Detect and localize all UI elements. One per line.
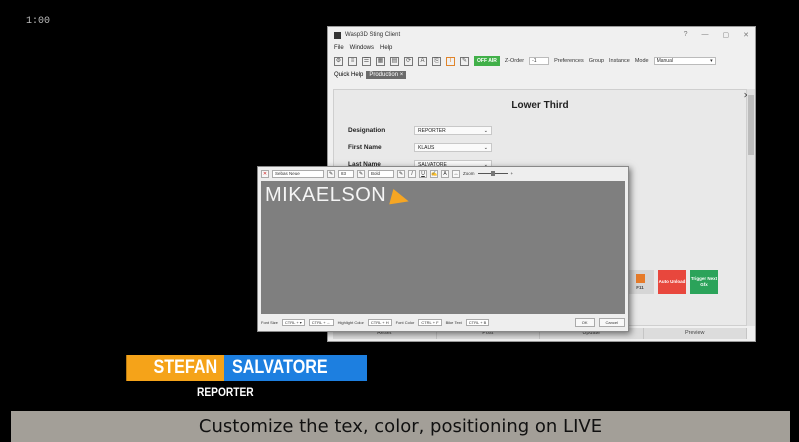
zoom-slider[interactable] bbox=[477, 171, 508, 176]
group-menu[interactable]: Group bbox=[589, 58, 604, 64]
action-buttons: F11 Auto Unload Trigger Next Gfx bbox=[606, 270, 718, 294]
mode-value: Manual bbox=[656, 58, 673, 64]
first-name-label: First Name bbox=[348, 144, 382, 151]
menu-bar: File Windows Help bbox=[328, 43, 755, 53]
highlight-shortcut[interactable]: CTRL + H bbox=[367, 319, 392, 326]
auto-unload-button[interactable]: Auto Unload bbox=[658, 270, 686, 294]
editor-footer: Font Size CTRL + ▾ CTRL + ← Highlight Co… bbox=[261, 317, 625, 328]
mode-select[interactable]: Manual ▾ bbox=[653, 57, 716, 65]
window-controls: ? — ▢ ✕ bbox=[684, 31, 749, 39]
table-icon[interactable]: ▤ bbox=[390, 56, 399, 66]
font-size-shortcut[interactable]: CTRL + ▾ bbox=[281, 319, 305, 326]
font-color-icon[interactable]: ✎ bbox=[327, 169, 335, 178]
orange-square-icon bbox=[635, 273, 645, 283]
designation-row: Designation REPORTER ⌄ bbox=[348, 126, 492, 135]
editable-text[interactable]: MIKAELSON bbox=[265, 184, 386, 207]
toolbar: ⚙ ≡ ☰ ▦ ▤ ⟳ A ⎘ T ✎ OFF AIR Z-Order -1 P… bbox=[328, 53, 755, 69]
link-icon[interactable]: ⟳ bbox=[404, 56, 413, 66]
grid-icon[interactable]: ▦ bbox=[376, 56, 385, 66]
bike-text-shortcut[interactable]: CTRL + B bbox=[465, 319, 490, 326]
tab-production-label: Production bbox=[369, 72, 399, 78]
font-value: Sebas Neue bbox=[275, 171, 300, 176]
chevron-down-icon: ▾ bbox=[710, 58, 713, 64]
spacing-icon[interactable]: ↔ bbox=[452, 169, 460, 178]
editor-toolbar: ✕ Sebas Neue ✎ 83 ✎ Bold ✎ I U ✍ A ↔ Zoo… bbox=[258, 167, 628, 180]
scrollbar-thumb[interactable] bbox=[748, 95, 754, 155]
caption-bar: Customize the tex, color, positioning on… bbox=[11, 411, 790, 442]
settings-icon[interactable]: ⚙ bbox=[334, 56, 343, 66]
cancel-button[interactable]: Cancel bbox=[598, 318, 625, 327]
text-color-icon[interactable]: A bbox=[441, 169, 449, 178]
form-title: Lower Third bbox=[511, 100, 569, 111]
font-weight-select[interactable]: Bold bbox=[368, 169, 394, 178]
font-select[interactable]: Sebas Neue bbox=[272, 169, 324, 178]
italic-icon[interactable]: I bbox=[408, 169, 416, 178]
preferences-menu[interactable]: Preferences bbox=[554, 58, 584, 64]
first-name-value: KLAUS bbox=[418, 145, 435, 151]
app-small-icon: ✕ bbox=[261, 169, 269, 178]
vertical-scrollbar[interactable] bbox=[747, 89, 755, 326]
font-size-footer-label: Font Size bbox=[261, 320, 278, 325]
window-title: Wasp3D Sting Client bbox=[345, 32, 401, 38]
font-color-shortcut[interactable]: CTRL + F bbox=[418, 319, 442, 326]
highlight-footer-label: Highlight Color bbox=[337, 320, 364, 325]
close-icon[interactable]: ✕ bbox=[743, 31, 749, 39]
export-icon[interactable]: ⎘ bbox=[432, 56, 441, 66]
font-weight-value: Bold bbox=[371, 171, 381, 176]
bike-text-footer-label: Bike Text bbox=[445, 320, 462, 325]
zoom-label: Zoom bbox=[463, 171, 475, 176]
zorder-input[interactable]: -1 bbox=[529, 57, 550, 65]
mode-label: Mode bbox=[634, 58, 649, 64]
tab-quick-help[interactable]: Quick Help bbox=[334, 72, 363, 78]
first-name-row: First Name KLAUS ⌄ bbox=[348, 143, 492, 152]
minimize-icon[interactable]: — bbox=[702, 31, 709, 39]
trigger-next-button[interactable]: Trigger Next Gfx bbox=[690, 270, 718, 294]
maximize-icon[interactable]: ▢ bbox=[723, 31, 730, 39]
designation-value: REPORTER bbox=[418, 128, 446, 134]
tab-bar: Quick Help Production × bbox=[328, 69, 755, 81]
menu-windows[interactable]: Windows bbox=[350, 45, 374, 51]
list-icon[interactable]: ☰ bbox=[362, 56, 371, 66]
font-color-footer-label: Font Color bbox=[395, 320, 415, 325]
mouse-cursor-icon bbox=[389, 188, 411, 210]
off-air-button[interactable]: OFF AIR bbox=[474, 56, 500, 66]
designation-label: Designation bbox=[348, 127, 386, 134]
lower-third-last-name-box: SALVATORE bbox=[224, 355, 367, 381]
instance-menu[interactable]: Instance bbox=[609, 58, 630, 64]
menu-file[interactable]: File bbox=[334, 45, 344, 51]
menu-help[interactable]: Help bbox=[380, 45, 392, 51]
tab-close-icon[interactable]: × bbox=[400, 72, 404, 78]
zoom-plus-icon[interactable]: + bbox=[511, 171, 514, 176]
font-size-value: 83 bbox=[341, 171, 347, 176]
chevron-down-icon: ⌄ bbox=[483, 128, 488, 134]
f11-button[interactable]: F11 bbox=[626, 270, 654, 294]
lower-third-last-name: SALVATORE bbox=[232, 357, 328, 378]
text-editor-dialog: ✕ Sebas Neue ✎ 83 ✎ Bold ✎ I U ✍ A ↔ Zoo… bbox=[257, 166, 629, 332]
weight-color-icon[interactable]: ✎ bbox=[397, 169, 405, 178]
highlight-icon[interactable]: ✍ bbox=[430, 169, 438, 178]
lower-third-role: REPORTER bbox=[197, 385, 254, 399]
f11-label: F11 bbox=[636, 284, 644, 290]
app-logo-icon bbox=[334, 31, 341, 39]
font-icon[interactable]: T bbox=[446, 56, 455, 66]
title-bar: Wasp3D Sting Client ? — ▢ ✕ bbox=[328, 27, 755, 43]
designation-field[interactable]: REPORTER ⌄ bbox=[414, 126, 492, 135]
tab-production[interactable]: Production × bbox=[366, 71, 407, 79]
preview-button[interactable]: Preview bbox=[644, 328, 747, 339]
underline-icon[interactable]: U bbox=[419, 169, 427, 178]
editor-canvas[interactable]: MIKAELSON bbox=[261, 181, 625, 314]
timecode: 1:00 bbox=[26, 16, 51, 27]
text-icon[interactable]: A bbox=[418, 56, 427, 66]
zorder-label: Z-Order bbox=[504, 58, 525, 64]
help-icon[interactable]: ? bbox=[684, 31, 688, 39]
size-color-icon[interactable]: ✎ bbox=[357, 169, 365, 178]
lower-third-first-name: STEFAN bbox=[126, 355, 224, 381]
shortcut-field[interactable]: CTRL + ← bbox=[308, 319, 334, 326]
first-name-field[interactable]: KLAUS ⌄ bbox=[414, 143, 492, 152]
brush-icon[interactable]: ✎ bbox=[460, 56, 469, 66]
font-size-select[interactable]: 83 bbox=[338, 169, 354, 178]
ok-button[interactable]: OK bbox=[574, 318, 595, 327]
chevron-down-icon: ⌄ bbox=[483, 145, 488, 151]
playlist-icon[interactable]: ≡ bbox=[348, 56, 357, 66]
